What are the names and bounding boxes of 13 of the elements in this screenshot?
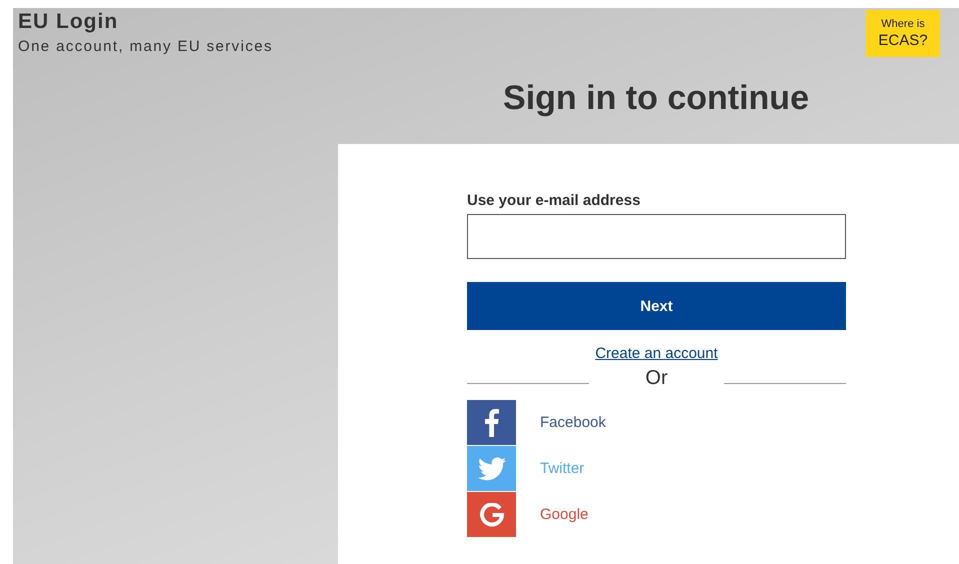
site-title: EU Login bbox=[18, 10, 120, 34]
site-subtitle: One account, many EU services bbox=[18, 38, 273, 55]
create-account-link[interactable]: Create an account bbox=[595, 345, 718, 362]
email-field[interactable] bbox=[467, 214, 846, 259]
page-heading: Sign in to continue bbox=[502, 79, 810, 118]
separator-text: Or bbox=[645, 367, 668, 390]
google-icon[interactable] bbox=[467, 492, 516, 537]
email-label: Use your e-mail address bbox=[467, 192, 642, 209]
facebook-icon[interactable] bbox=[467, 400, 516, 445]
next-button[interactable]: Next bbox=[467, 282, 846, 330]
sign-in-link[interactable]: Google bbox=[540, 506, 588, 523]
ecas-help-link[interactable]: Where is ECAS? bbox=[866, 10, 940, 57]
sign-in-link[interactable]: Facebook bbox=[540, 414, 606, 431]
